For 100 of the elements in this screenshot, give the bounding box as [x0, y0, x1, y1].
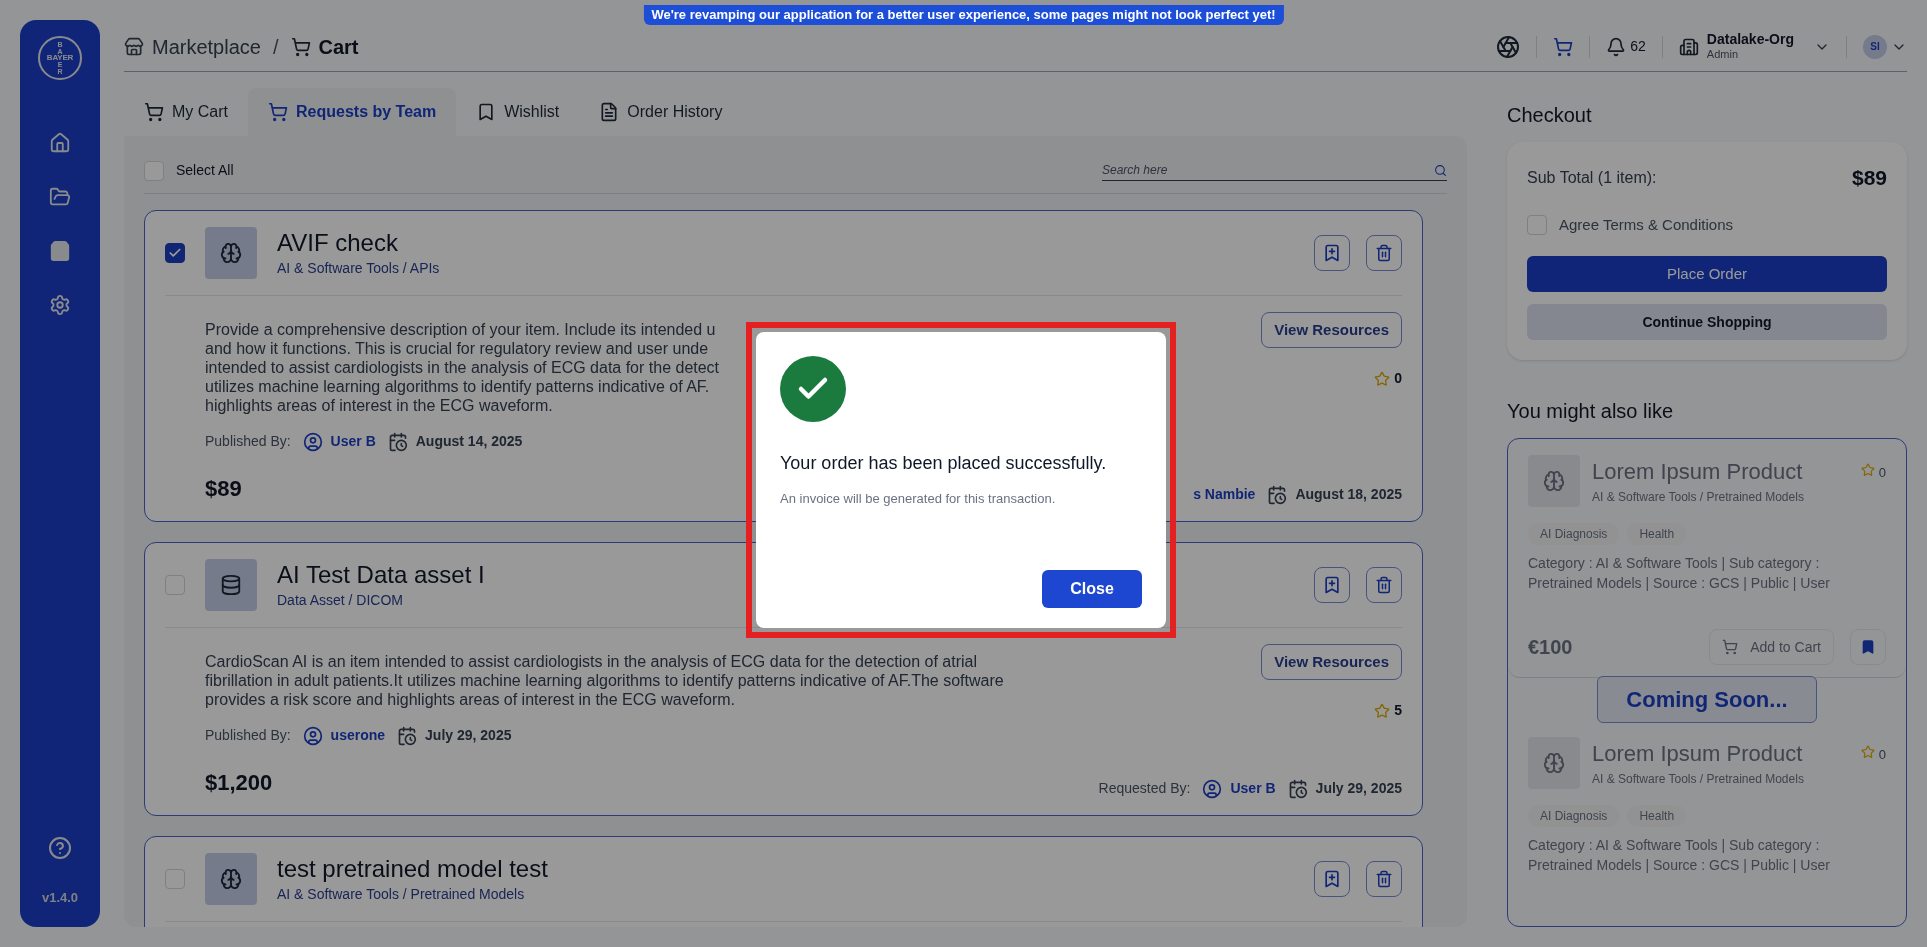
product-title: Lorem Ipsum Product: [1592, 740, 1804, 768]
star-icon: [1374, 702, 1391, 719]
aperture-icon[interactable]: [1496, 34, 1521, 59]
database-icon: [220, 574, 242, 596]
select-all-checkbox[interactable]: [144, 160, 164, 181]
product-category: AI & Software Tools / Pretrained Models: [1592, 489, 1805, 506]
item-title: AI Test Data asset I: [277, 559, 485, 590]
notification-icon[interactable]: [1606, 36, 1627, 57]
user-icon: [302, 431, 323, 452]
search-field[interactable]: Search here: [1102, 160, 1434, 181]
item-category: AI & Software Tools / APIs: [277, 258, 440, 278]
view-resources-button[interactable]: View Resources: [1261, 644, 1402, 680]
close-button[interactable]: Close: [1042, 570, 1142, 608]
tab[interactable]: Wishlist: [456, 88, 580, 136]
wishlist-button[interactable]: [1314, 567, 1350, 603]
subtotal-label: Sub Total (1 item):: [1527, 167, 1657, 188]
user-icon: [1202, 778, 1223, 799]
logo-text: BAYER: [46, 53, 74, 62]
delete-button[interactable]: [1366, 235, 1402, 271]
tab[interactable]: My Cart: [124, 88, 248, 136]
search-icon[interactable]: [1434, 163, 1447, 177]
check-icon: [168, 246, 182, 260]
product-title: Lorem Ipsum Product: [1592, 458, 1804, 486]
publisher-link[interactable]: User B: [330, 431, 376, 452]
select-all-label: Select All: [176, 161, 234, 180]
published-by-label: Published By:: [205, 432, 291, 451]
trash-icon: [1375, 576, 1393, 594]
star-icon: [1860, 745, 1875, 759]
place-order-button[interactable]: Place Order: [1527, 256, 1887, 292]
marketplace-icon: [124, 36, 144, 57]
history-icon: [599, 102, 620, 122]
published-date: July 29, 2025: [425, 726, 512, 745]
product-rating: 0: [1878, 746, 1886, 764]
calendar-icon: [1267, 484, 1288, 505]
item-category: AI & Software Tools / Pretrained Models: [277, 884, 526, 904]
invoice-note: An invoice will be generated for this transaction.: [780, 490, 1057, 508]
delete-button[interactable]: [1366, 861, 1402, 897]
recommendations-title: You might also like: [1507, 399, 1675, 424]
product-details: Category : AI & Software Tools | Sub category : Pretrained Models | Source : GCS | Public | User: [1528, 836, 1831, 875]
requested-date: July 29, 2025: [1315, 779, 1402, 798]
delete-button[interactable]: [1366, 567, 1402, 603]
item-price: $89: [205, 475, 242, 503]
item-price: $1,200: [205, 769, 273, 797]
trash-icon: [1375, 244, 1393, 262]
item-category: Data Asset / DICOM: [277, 590, 405, 610]
brain-icon: [220, 242, 242, 264]
help-icon[interactable]: [48, 835, 72, 860]
brain-icon: [1543, 752, 1565, 774]
version-label: v1.4.0: [41, 888, 79, 907]
product-price: €100: [1528, 635, 1573, 660]
brain-icon: [220, 868, 242, 890]
trash-icon: [1375, 870, 1393, 888]
cart-icon: [1722, 639, 1739, 655]
org-name[interactable]: Datalake-Org: [1706, 30, 1794, 49]
tab[interactable]: Order History: [579, 88, 743, 136]
requested-by-label: Requested By:: [1098, 779, 1191, 798]
user-icon: [302, 725, 323, 746]
cart-icon: [268, 102, 288, 122]
requester-link[interactable]: s Nambie: [1193, 484, 1256, 505]
calendar-icon: [1287, 778, 1308, 799]
bookmark-plus-icon: [1322, 575, 1342, 595]
terms-label: Agree Terms & Conditions: [1559, 214, 1733, 235]
item-description: CardioScan AI is an item intended to assist cardiologists in the analysis of ECG data for the detection of atrial fibrillation in adult patients.It utilizes machine learning algorithms to identify patterns indicative of AF.The software provides a risk score and highlights areas of interest in the ECG waveform.: [205, 652, 1004, 709]
building-icon: [1678, 36, 1699, 57]
wishlist-button[interactable]: [1314, 861, 1350, 897]
bookmark-plus-icon: [1322, 243, 1342, 263]
item-checkbox[interactable]: [165, 243, 185, 263]
cart-icon: [144, 102, 164, 122]
org-role: Admin: [1706, 48, 1740, 63]
breadcrumb-link[interactable]: Marketplace: [152, 31, 261, 62]
view-resources-button[interactable]: View Resources: [1261, 312, 1402, 348]
product-category: AI & Software Tools / Pretrained Models: [1592, 771, 1805, 788]
wishlist-button[interactable]: [1314, 235, 1350, 271]
bookmark-button[interactable]: [1850, 629, 1886, 665]
tab[interactable]: Requests by Team: [248, 88, 457, 136]
continue-shopping-button[interactable]: Continue Shopping: [1527, 304, 1887, 340]
brain-icon: [1543, 470, 1565, 492]
item-rating: 5: [1394, 701, 1402, 720]
add-to-cart-button[interactable]: Add to Cart: [1709, 629, 1834, 665]
published-by-label: Published By:: [205, 726, 291, 745]
published-date: August 14, 2025: [415, 432, 523, 451]
breadcrumb-separator: /: [272, 34, 279, 60]
product-details: Category : AI & Software Tools | Sub category : Pretrained Models | Source : GCS | Public | User: [1528, 554, 1831, 593]
calendar-icon: [387, 431, 408, 452]
notification-count: 62: [1630, 37, 1646, 56]
terms-checkbox[interactable]: [1527, 214, 1547, 235]
avatar[interactable]: SI: [1863, 34, 1887, 59]
breadcrumb-current: Cart: [318, 34, 359, 60]
bookmark-plus-icon: [1322, 869, 1342, 889]
item-title: test pretrained model test: [277, 853, 548, 884]
checkout-title: Checkout: [1507, 103, 1593, 128]
calendar-icon: [397, 725, 418, 746]
item-rating: 0: [1394, 369, 1402, 388]
product-rating: 0: [1878, 464, 1886, 482]
requester-link[interactable]: User B: [1230, 778, 1276, 799]
cart-icon[interactable]: [1553, 36, 1574, 57]
cart-icon: [290, 36, 311, 57]
publisher-link[interactable]: userone: [330, 725, 386, 746]
announcement-banner: We're revamping our application for a better user experience, some pages might not look perfect yet!: [643, 5, 1284, 25]
star-icon: [1374, 370, 1391, 387]
